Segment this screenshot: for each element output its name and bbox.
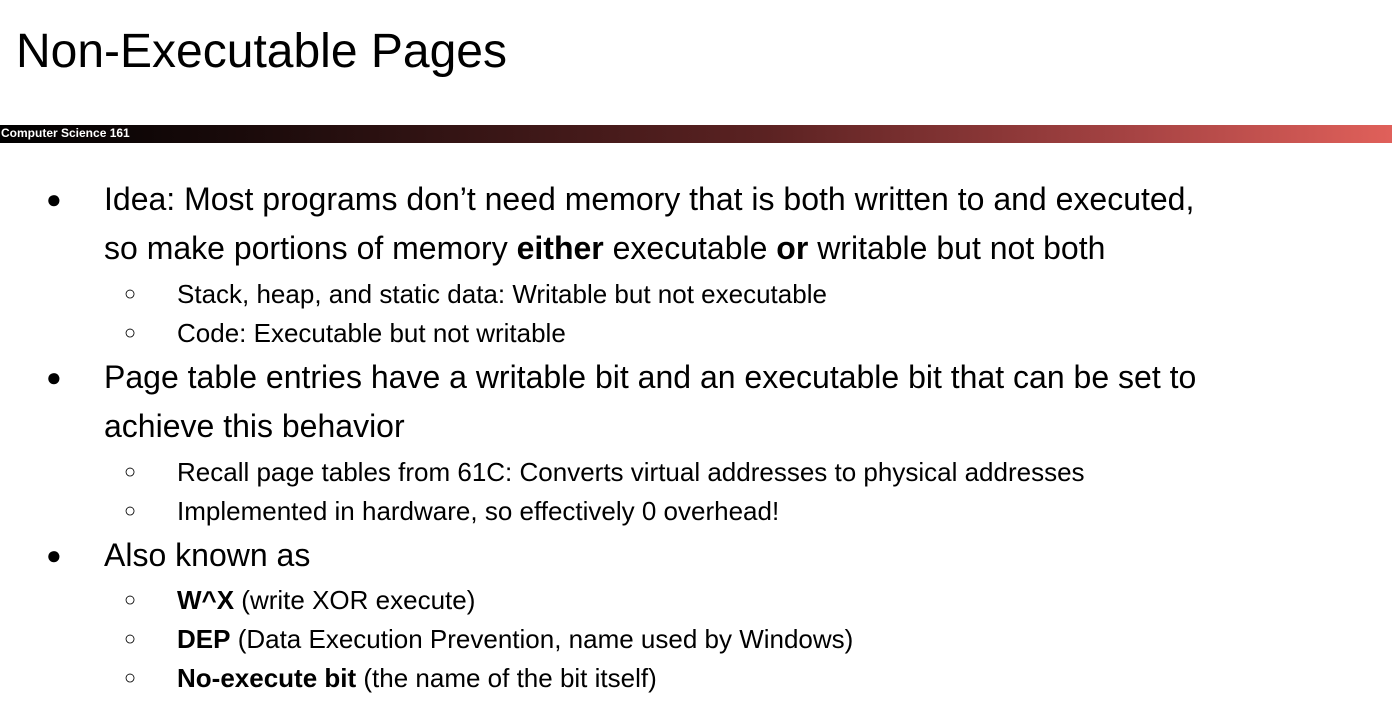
term-description: (the name of the bit itself) xyxy=(356,663,657,693)
sub-bullet-marker: ○ xyxy=(124,628,137,650)
bullet-line: Also known as xyxy=(104,537,311,573)
bullet-marker: ● xyxy=(46,540,62,570)
course-banner: Computer Science 161 xyxy=(0,125,1392,143)
text-run: executable xyxy=(603,230,777,266)
course-label: Computer Science 161 xyxy=(1,126,130,140)
sub-bullet-text: Implemented in hardware, so effectively … xyxy=(177,496,780,526)
sub-bullet-marker: ○ xyxy=(124,322,137,344)
term-wx: W^X xyxy=(177,585,235,615)
sub-bullet-text: No-execute bit (the name of the bit itse… xyxy=(177,659,657,698)
sub-bullet-text: Code: Executable but not writable xyxy=(177,318,566,348)
sub-bullet-marker: ○ xyxy=(124,589,137,611)
sub-bullet-marker: ○ xyxy=(124,667,137,689)
sub-bullet-marker: ○ xyxy=(124,500,137,522)
bullet-text: Idea: Most programs don’t need memory th… xyxy=(104,175,1374,273)
term-description: (Data Execution Prevention, name used by… xyxy=(230,624,854,654)
term-no-execute-bit: No-execute bit xyxy=(177,663,357,693)
sub-bullet-text: Recall page tables from 61C: Converts vi… xyxy=(177,457,1085,487)
emphasis-or: or xyxy=(776,230,809,266)
sub-bullet-marker: ○ xyxy=(124,461,137,483)
bullet-line: Page table entries have a writable bit a… xyxy=(104,359,1197,395)
emphasis-either: either xyxy=(516,230,604,266)
bullet-line: so make portions of memory either execut… xyxy=(104,224,1374,273)
sub-bullet-text: Stack, heap, and static data: Writable b… xyxy=(177,279,827,309)
bullet-text: Also known as xyxy=(104,531,1374,580)
sub-bullet-text: W^X (write XOR execute) xyxy=(177,581,475,620)
term-description: (write XOR execute) xyxy=(234,585,476,615)
bullet-text: Page table entries have a writable bit a… xyxy=(104,353,1374,451)
sub-bullet-text: DEP (Data Execution Prevention, name use… xyxy=(177,620,853,659)
sub-bullet-marker: ○ xyxy=(124,283,137,305)
bullet-marker: ● xyxy=(46,184,62,214)
slide-title: Non-Executable Pages xyxy=(16,25,507,78)
bullet-line: Idea: Most programs don’t need memory th… xyxy=(104,181,1195,217)
bullet-marker: ● xyxy=(46,362,62,392)
text-run: so make portions of memory xyxy=(104,230,517,266)
term-dep: DEP xyxy=(177,624,231,654)
text-run: writable but not both xyxy=(808,230,1106,266)
bullet-line: achieve this behavior xyxy=(104,408,405,444)
